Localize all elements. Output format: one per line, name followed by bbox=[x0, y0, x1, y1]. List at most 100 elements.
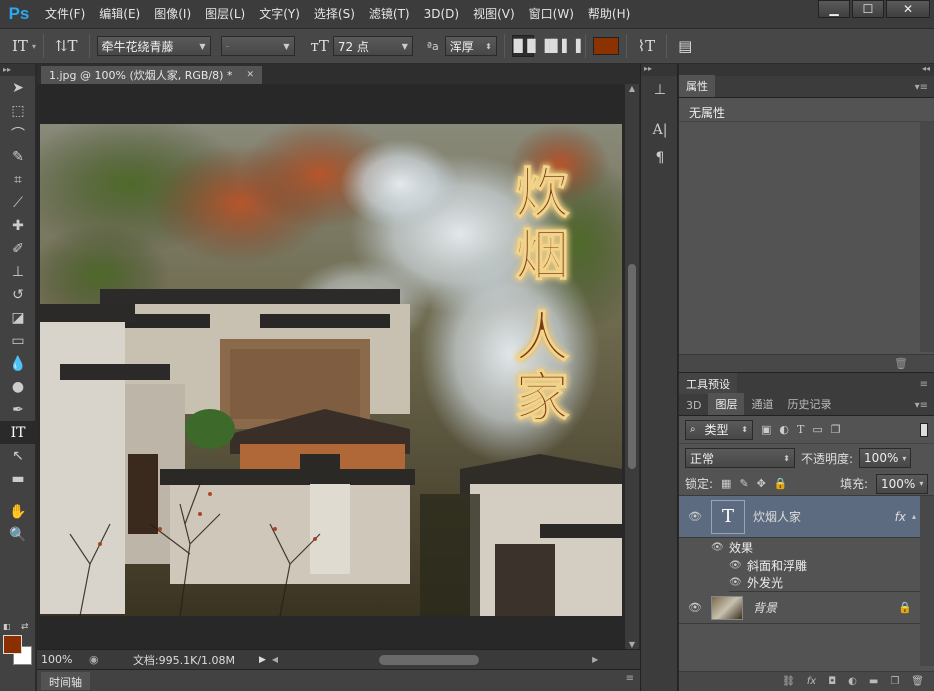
panel-menu-icon[interactable]: ▾≡ bbox=[915, 400, 934, 415]
clone-stamp-tool-icon[interactable]: ⊥ bbox=[0, 260, 36, 283]
text-tool-preset-icon[interactable]: ⅠT bbox=[8, 37, 32, 55]
swap-colors-icon[interactable]: ⇄ bbox=[21, 622, 29, 632]
effect-row-bevel[interactable]: 👁 斜面和浮雕 bbox=[729, 556, 920, 574]
new-adjustment-icon[interactable]: ◐ bbox=[848, 676, 857, 687]
effects-row[interactable]: 👁 效果 bbox=[711, 538, 920, 556]
type-tool-icon[interactable]: ⅠT bbox=[0, 421, 36, 444]
path-selection-tool-icon[interactable]: ↖ bbox=[0, 444, 36, 467]
filter-toggle[interactable] bbox=[920, 422, 928, 437]
menu-item[interactable]: 文件(F) bbox=[38, 0, 92, 28]
history-brush-tool-icon[interactable]: ↺ bbox=[0, 283, 36, 306]
layer-row-background[interactable]: 👁 背景 🔒 bbox=[679, 592, 920, 624]
close-tab-icon[interactable]: ✕ bbox=[246, 70, 254, 80]
fill-field[interactable]: 100% ▾ bbox=[876, 473, 928, 494]
character-icon[interactable]: A| bbox=[641, 116, 679, 144]
foreground-color-swatch[interactable] bbox=[3, 635, 22, 654]
lock-transparency-icon[interactable]: ▦ bbox=[721, 477, 731, 490]
tab-layers-panel[interactable]: 通道 bbox=[744, 393, 780, 415]
visibility-eye-icon[interactable]: 👁 bbox=[711, 542, 729, 553]
font-style-select[interactable]: - ▼ bbox=[220, 36, 295, 56]
crop-tool-icon[interactable]: ⌗ bbox=[0, 168, 36, 191]
character-panel-icon[interactable]: ▤ bbox=[674, 37, 696, 55]
menu-item[interactable]: 窗口(W) bbox=[522, 0, 581, 28]
add-layer-style-icon[interactable]: fx bbox=[807, 676, 816, 687]
blur-tool-icon[interactable]: 💧 bbox=[0, 352, 36, 375]
filter-adjustment-icon[interactable]: ◐ bbox=[779, 423, 789, 436]
tab-tool-presets[interactable]: 工具预设 bbox=[679, 373, 737, 395]
scroll-up-icon[interactable]: ▲ bbox=[625, 84, 639, 93]
menu-item[interactable]: 帮助(H) bbox=[581, 0, 637, 28]
new-layer-icon[interactable]: ❐ bbox=[890, 676, 899, 687]
canvas-area[interactable]: 炊 烟 人 家 bbox=[37, 84, 625, 649]
minimize-button[interactable]: ▁ bbox=[818, 0, 850, 18]
tab-layers-panel[interactable]: 历史记录 bbox=[780, 393, 838, 415]
zoom-level[interactable]: 100% bbox=[37, 653, 89, 666]
fx-icon[interactable]: fx bbox=[895, 510, 906, 524]
font-size-select[interactable]: 72 点 ▼ bbox=[332, 36, 413, 56]
zoom-tool-icon[interactable]: 🔍 bbox=[0, 523, 36, 546]
document-tab[interactable]: 1.jpg @ 100% (炊烟人家, RGB/8) * ✕ bbox=[41, 66, 262, 84]
layers-scrollbar[interactable] bbox=[920, 496, 934, 666]
chevron-down-icon[interactable]: ▾ bbox=[32, 42, 36, 51]
filter-smart-object-icon[interactable]: ❐ bbox=[831, 423, 841, 436]
new-group-icon[interactable]: ▬ bbox=[869, 676, 878, 687]
healing-brush-tool-icon[interactable]: ✚ bbox=[0, 214, 36, 237]
menu-item[interactable]: 滤镜(T) bbox=[362, 0, 417, 28]
collapse-effects-icon[interactable]: ▴ bbox=[912, 512, 916, 521]
vertical-scrollbar[interactable]: ▲ ▼ bbox=[625, 84, 639, 649]
layer-name[interactable]: 炊烟人家 bbox=[753, 508, 801, 525]
panel-collapse-icon[interactable]: ◂◂ bbox=[679, 64, 934, 76]
status-menu-arrow-icon[interactable]: ▶ bbox=[259, 655, 266, 665]
hand-tool-icon[interactable]: ✋ bbox=[0, 500, 36, 523]
gradient-tool-icon[interactable]: ▭ bbox=[0, 329, 36, 352]
visibility-eye-icon[interactable]: 👁 bbox=[729, 577, 747, 588]
horizontal-scroll-thumb[interactable] bbox=[379, 654, 480, 665]
default-colors-icon[interactable]: ◧ bbox=[3, 622, 11, 631]
menu-item[interactable]: 视图(V) bbox=[466, 0, 522, 28]
menu-item[interactable]: 选择(S) bbox=[307, 0, 362, 28]
align-right-button[interactable]: ▌▌▐ bbox=[553, 35, 581, 57]
horizontal-scrollbar[interactable] bbox=[284, 654, 584, 666]
lock-all-icon[interactable]: 🔒 bbox=[774, 477, 788, 490]
lock-pixels-icon[interactable]: ✎ bbox=[739, 477, 748, 490]
close-button[interactable]: ✕ bbox=[886, 0, 930, 18]
trash-icon[interactable]: 🗑 bbox=[894, 357, 908, 370]
lock-position-icon[interactable]: ✥ bbox=[757, 477, 766, 490]
tab-layers-panel[interactable]: 图层 bbox=[708, 393, 745, 415]
pen-tool-icon[interactable]: ✒ bbox=[0, 398, 36, 421]
toolbar-collapse-icon[interactable]: ▸▸ bbox=[0, 64, 35, 76]
link-layers-icon[interactable]: ⛓ bbox=[782, 676, 795, 687]
lasso-tool-icon[interactable]: ⌒ bbox=[0, 122, 36, 145]
panel-menu-icon[interactable]: ≡ bbox=[626, 673, 634, 684]
eyedropper-tool-icon[interactable]: ⟋ bbox=[0, 191, 36, 214]
properties-scrollbar[interactable] bbox=[920, 122, 934, 352]
layer-filter-select[interactable]: ⌕ 类型 ⬍ bbox=[685, 419, 753, 440]
timeline-tab[interactable]: 时间轴 bbox=[41, 672, 90, 690]
text-orientation-toggle-icon[interactable]: ⇅T bbox=[51, 37, 82, 55]
panel-menu-icon[interactable]: ≡ bbox=[920, 379, 934, 390]
brush-tool-icon[interactable]: ✐ bbox=[0, 237, 36, 260]
trash-icon[interactable]: 🗑 bbox=[911, 676, 924, 687]
status-info-icon[interactable]: ◉ bbox=[89, 653, 109, 666]
dodge-tool-icon[interactable]: ● bbox=[0, 375, 36, 398]
add-mask-icon[interactable]: ◘ bbox=[828, 676, 836, 687]
menu-item[interactable]: 文字(Y) bbox=[252, 0, 307, 28]
menu-item[interactable]: 编辑(E) bbox=[92, 0, 147, 28]
visibility-eye-icon[interactable]: 👁 bbox=[679, 510, 711, 523]
menu-item[interactable]: 3D(D) bbox=[417, 0, 466, 28]
font-family-select[interactable]: 牵牛花绕青藤 ▼ bbox=[96, 36, 211, 56]
vertical-scroll-thumb[interactable] bbox=[628, 264, 636, 469]
filter-type-icon[interactable]: T bbox=[797, 423, 804, 436]
visibility-eye-icon[interactable]: 👁 bbox=[679, 601, 711, 614]
blend-mode-select[interactable]: 正常 ⬍ bbox=[685, 448, 795, 468]
text-color-swatch[interactable] bbox=[592, 37, 619, 55]
warp-text-icon[interactable]: ⌇T bbox=[634, 37, 659, 55]
antialias-select[interactable]: 浑厚 ⬍ bbox=[444, 36, 497, 56]
strip-collapse-icon[interactable]: ▸▸ bbox=[641, 64, 677, 76]
menu-item[interactable]: 图像(I) bbox=[147, 0, 198, 28]
tool-presets-icon[interactable]: ⊥ bbox=[641, 76, 679, 104]
scroll-left-icon[interactable]: ◀ bbox=[272, 655, 278, 664]
marquee-tool-icon[interactable]: ⬚ bbox=[0, 99, 36, 122]
layer-name[interactable]: 背景 bbox=[753, 599, 777, 616]
panel-menu-icon[interactable]: ▾≡ bbox=[915, 82, 934, 97]
